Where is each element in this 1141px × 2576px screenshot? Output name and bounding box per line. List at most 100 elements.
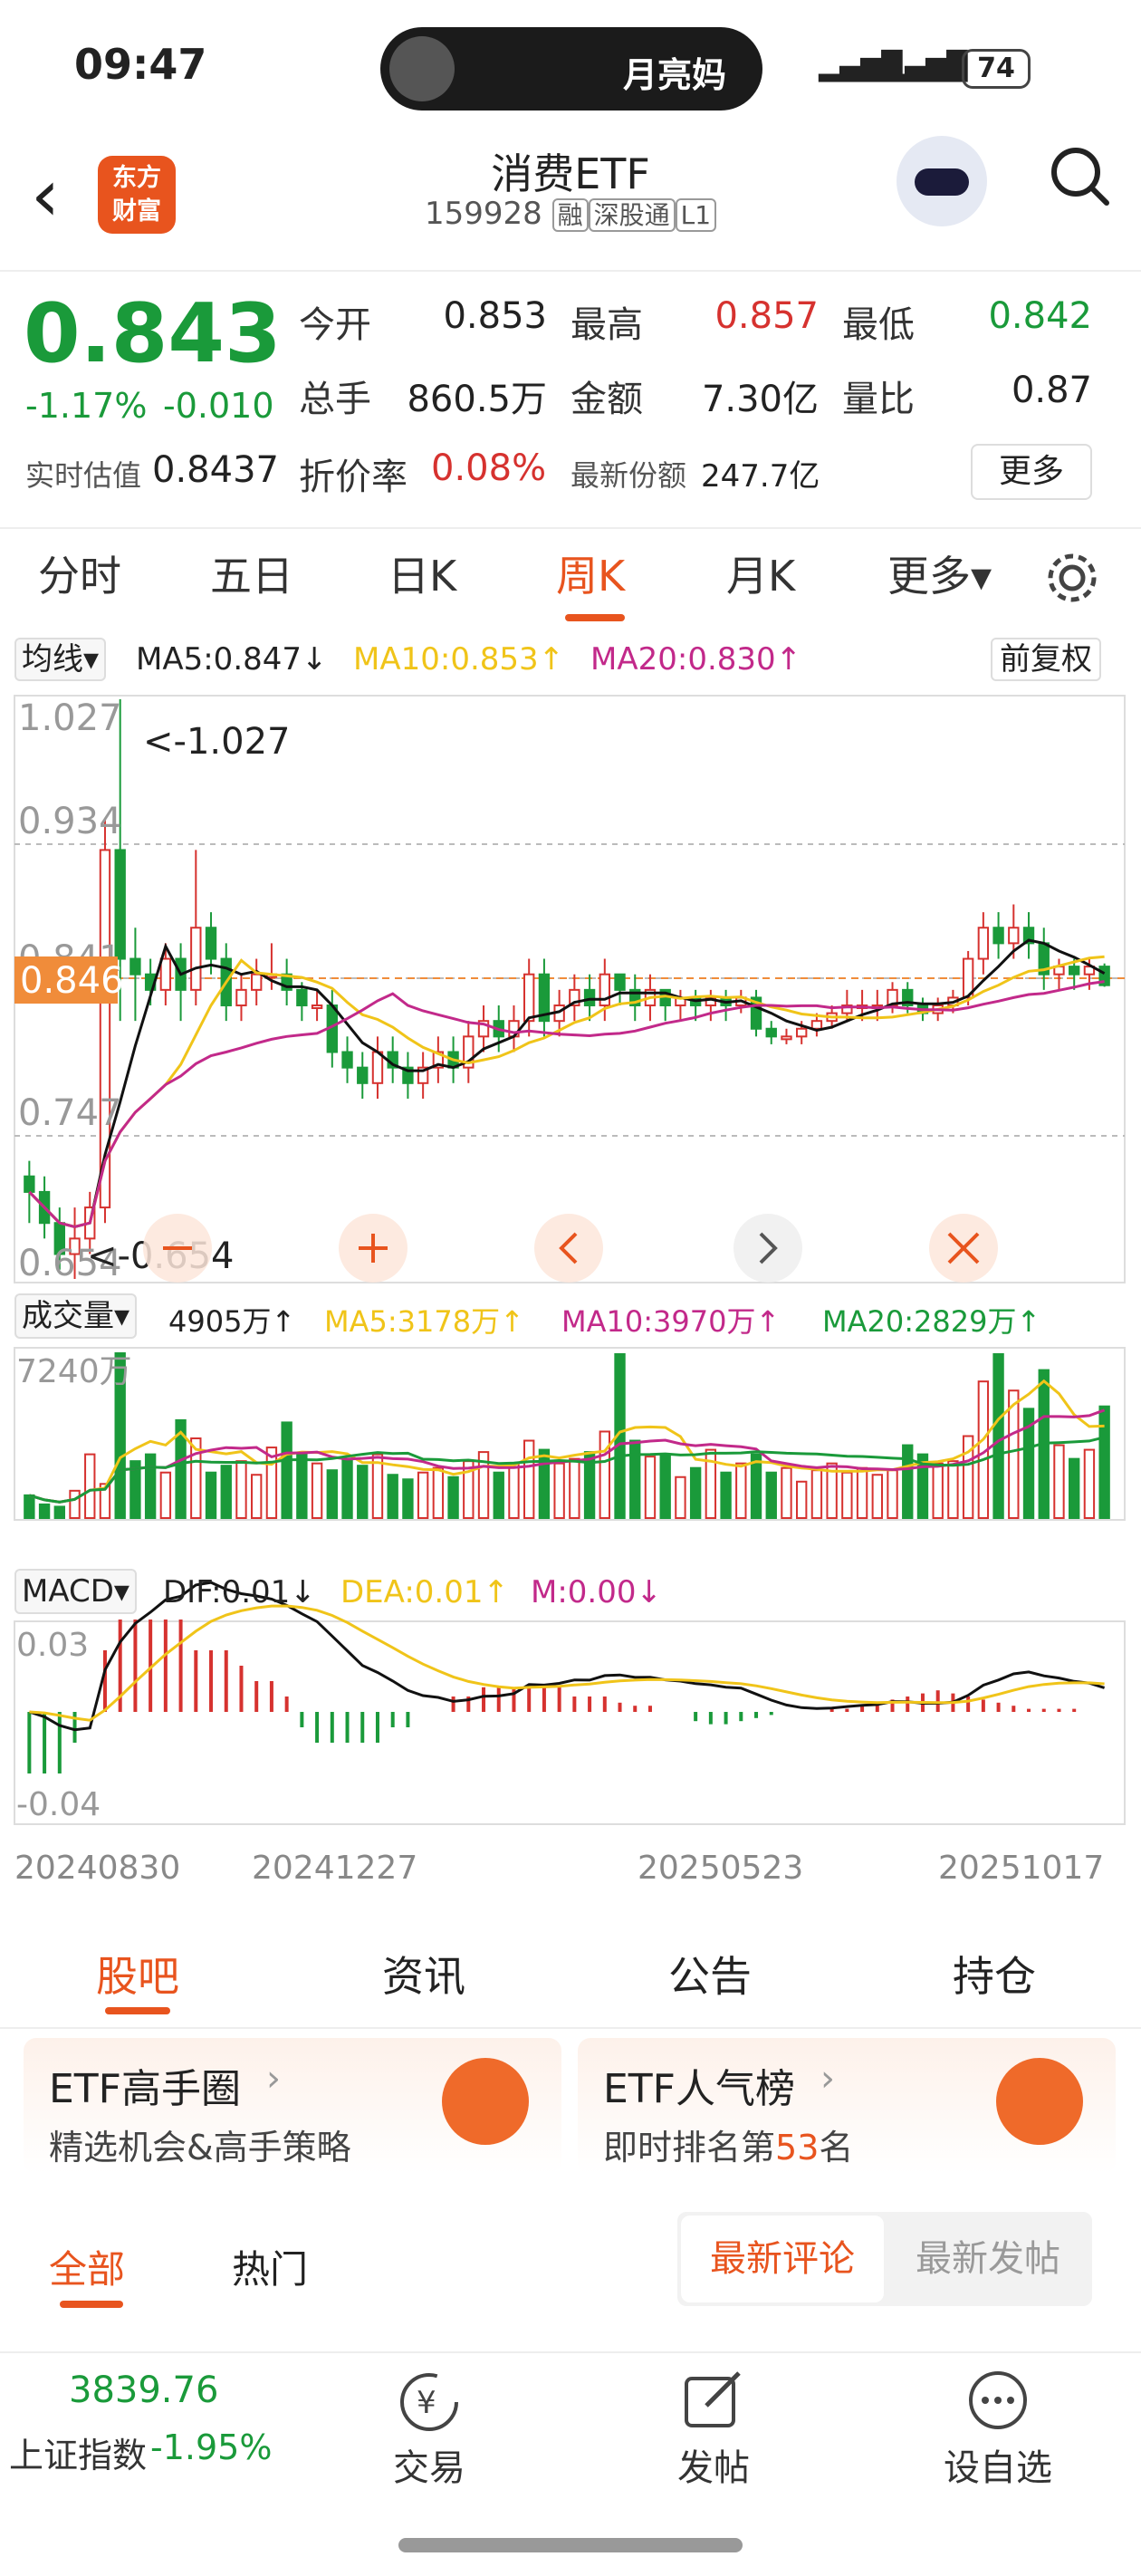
post-edit-icon[interactable]: [681, 2368, 746, 2433]
iopv-value: 0.8437: [152, 449, 279, 491]
search-icon[interactable]: [1047, 143, 1112, 208]
volume-bar: [69, 1489, 81, 1519]
back-icon[interactable]: ‹: [31, 159, 60, 232]
trade-yen-icon[interactable]: ¥: [395, 2368, 464, 2437]
volume-bar: [1098, 1405, 1110, 1519]
trade-label[interactable]: 交易: [393, 2438, 465, 2491]
price-tick-2: 0.934: [18, 801, 122, 842]
discount-label: 折价率: [299, 457, 408, 498]
tab-intraday[interactable]: 分时: [38, 543, 121, 603]
volume-bar: [720, 1471, 732, 1519]
volume-bar: [810, 1469, 823, 1520]
more-button[interactable]: 更多: [971, 444, 1092, 500]
macd-indicator-select[interactable]: MACD▾: [14, 1569, 137, 1614]
volume-bar: [523, 1439, 535, 1520]
dynamic-island[interactable]: 月亮妈: [380, 27, 762, 111]
date-tick-2: 20241227: [252, 1850, 417, 1887]
macd-bottom-tick: -0.04: [16, 1786, 101, 1823]
open-label: 今开: [299, 304, 371, 346]
amount-label: 金额: [570, 379, 643, 420]
filter-all[interactable]: 全部: [49, 2239, 125, 2294]
tab-forum[interactable]: 股吧: [96, 1944, 179, 2004]
index-name[interactable]: 上证指数: [9, 2427, 147, 2477]
sort-latest-post[interactable]: 最新发帖: [887, 2216, 1088, 2302]
zoom-in-button[interactable]: [339, 1214, 408, 1283]
filter-indicator: [60, 2301, 123, 2308]
tab-weekly-k[interactable]: 周K: [556, 543, 625, 603]
page-title: 消费ETF: [491, 149, 650, 198]
etf-expert-card[interactable]: ETF高手圈 › 精选机会&高手策略: [24, 2038, 561, 2174]
volume-bar: [447, 1475, 459, 1520]
date-tick-3: 20250523: [638, 1850, 803, 1887]
tab-holdings[interactable]: 持仓: [953, 1944, 1036, 2004]
low-label: 最低: [842, 304, 915, 346]
kline-chart[interactable]: 1.027 0.934 0.841 0.747 0.654 0.846 <-1.…: [0, 629, 1141, 1915]
settings-gear-icon[interactable]: [1043, 549, 1101, 607]
tab-news[interactable]: 资讯: [382, 1944, 465, 2004]
volume-bar: [326, 1469, 338, 1520]
volume-bar: [341, 1457, 353, 1519]
candle-body: [765, 1027, 777, 1038]
status-bar: 09:47 月亮妈 ▂▄▆█ ▂▄▆█ 74: [0, 0, 1141, 136]
candle-body: [311, 1004, 323, 1010]
add-watchlist-label[interactable]: 设自选: [944, 2438, 1052, 2491]
volume-bar: [781, 1466, 792, 1519]
security-code-row: 159928 融深股通 L1: [380, 196, 761, 232]
candle-body: [977, 927, 990, 960]
shares-label: 最新份额: [570, 458, 687, 493]
candle-body: [796, 1027, 808, 1038]
candle-body: [251, 973, 263, 991]
volume-bar: [402, 1478, 414, 1520]
app-logo[interactable]: 东方 财富: [98, 156, 176, 234]
tab-daily-k[interactable]: 日K: [388, 543, 456, 603]
volume-ma10: MA10:3970万↑: [561, 1304, 781, 1339]
volume-bar: [251, 1474, 263, 1519]
macd-dea: DEA:0.01↑: [340, 1574, 509, 1610]
candle-body: [235, 988, 247, 1007]
volume-bar: [735, 1462, 747, 1520]
rank-suffix: 名: [819, 2128, 854, 2167]
security-code: 159928: [424, 196, 542, 232]
chevron-right-icon: ›: [266, 2058, 281, 2100]
volume-bar: [675, 1475, 686, 1520]
expert-card-title: ETF高手圈: [49, 2066, 241, 2112]
volume-bar: [84, 1453, 96, 1520]
post-label[interactable]: 发帖: [677, 2438, 750, 2491]
volume-indicator-select[interactable]: 成交量▾: [14, 1293, 138, 1339]
etf-popularity-card[interactable]: ETF人气榜 › 即时排名第53名: [578, 2038, 1116, 2174]
macd-m: M:0.00↓: [531, 1574, 662, 1610]
zoom-out-button[interactable]: [143, 1214, 212, 1283]
candle-body: [1069, 966, 1080, 976]
signal-icon-2: ▂▄▆█: [884, 51, 968, 82]
macd-top-tick: 0.03: [16, 1627, 89, 1664]
candle-body: [371, 1051, 384, 1084]
volume-bar: [796, 1480, 808, 1519]
tab-announcement[interactable]: 公告: [668, 1944, 752, 2004]
active-tab-indicator: [565, 614, 625, 621]
volume-bar: [569, 1457, 580, 1519]
index-value[interactable]: 3839.76: [69, 2369, 218, 2411]
volume-bar: [38, 1503, 51, 1519]
sort-latest-comment[interactable]: 最新评论: [681, 2216, 884, 2302]
volume-bar: [53, 1505, 65, 1520]
index-change: -1.95%: [150, 2427, 273, 2467]
candle-body: [781, 1035, 792, 1041]
volume-bar: [144, 1453, 157, 1520]
volume-bar: [159, 1471, 172, 1519]
filter-hot[interactable]: 热门: [232, 2239, 308, 2294]
volume-bar: [765, 1471, 777, 1519]
scroll-left-button[interactable]: [534, 1214, 603, 1283]
volume-bar: [220, 1465, 232, 1519]
scroll-right-button[interactable]: [734, 1214, 802, 1283]
tab-more[interactable]: 更多▾: [887, 543, 992, 603]
more-dots-icon[interactable]: [965, 2368, 1031, 2433]
last-price: 0.843: [24, 286, 282, 381]
tab-five-day[interactable]: 五日: [210, 543, 293, 603]
rank-number: 53: [775, 2128, 820, 2167]
tab-monthly-k[interactable]: 月K: [726, 543, 795, 603]
date-tick-1: 20240830: [14, 1850, 180, 1887]
volume-current: 4905万↑: [168, 1304, 296, 1339]
candle-body: [129, 957, 141, 976]
fullscreen-collapse-button[interactable]: [929, 1214, 998, 1283]
assistant-robot-icon[interactable]: [896, 136, 987, 226]
